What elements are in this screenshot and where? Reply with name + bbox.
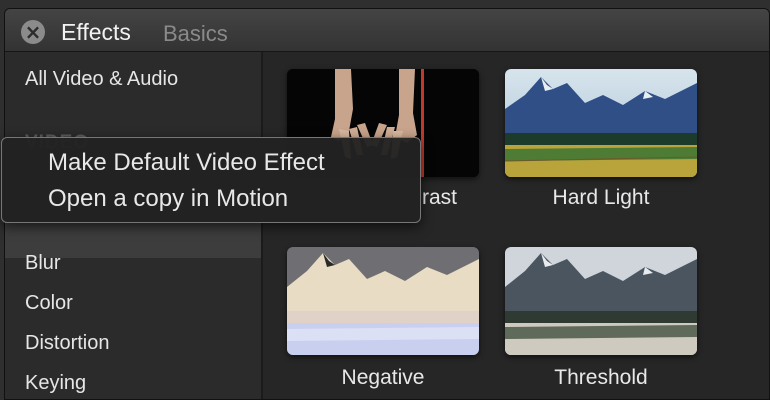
- threshold-landscape-thumbnail-icon: [505, 247, 697, 355]
- effects-category-sidebar: All Video & Audio VIDEO Blur Color Disto…: [5, 52, 263, 399]
- effects-grid: rast Hard Light Negative Threshold: [263, 52, 769, 399]
- effect-label-negative: Negative: [341, 366, 425, 389]
- sidebar-item-color[interactable]: Color: [25, 292, 73, 315]
- sidebar-item-distortion[interactable]: Distortion: [25, 332, 109, 355]
- effect-thumb-threshold[interactable]: [505, 247, 697, 355]
- mountain-landscape-thumbnail-icon: [505, 69, 697, 177]
- effect-thumb-hard-light[interactable]: [505, 69, 697, 177]
- effect-label-hard-light: Hard Light: [552, 186, 650, 209]
- menu-item-open-copy-in-motion[interactable]: Open a copy in Motion: [48, 185, 288, 213]
- tab-effects[interactable]: Effects: [61, 19, 131, 46]
- effect-thumb-negative[interactable]: [287, 247, 479, 355]
- negative-landscape-thumbnail-icon: [287, 247, 479, 355]
- effects-header: × Effects Basics: [5, 9, 769, 52]
- close-icon[interactable]: ×: [21, 20, 45, 44]
- sidebar-item-blur[interactable]: Blur: [25, 252, 61, 275]
- tab-basics[interactable]: Basics: [163, 21, 228, 47]
- menu-item-make-default-video-effect[interactable]: Make Default Video Effect: [48, 149, 325, 177]
- context-menu: Make Default Video Effect Open a copy in…: [1, 137, 421, 223]
- sidebar-item-all-video-audio[interactable]: All Video & Audio: [25, 68, 178, 91]
- effect-label-threshold: Threshold: [554, 366, 648, 389]
- sidebar-item-keying[interactable]: Keying: [25, 372, 86, 395]
